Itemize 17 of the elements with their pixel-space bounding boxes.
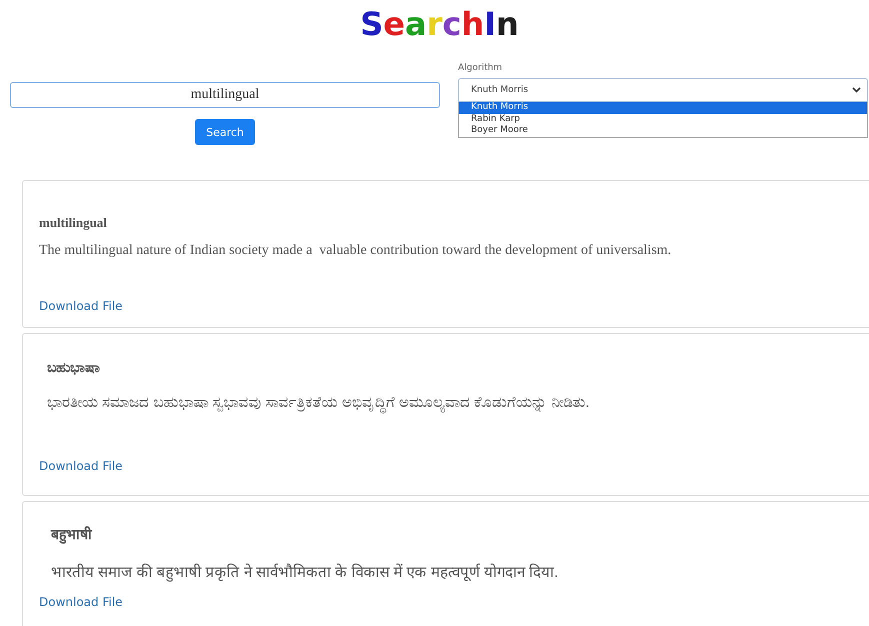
algorithm-label: Algorithm [458, 63, 502, 73]
result-text: भारतीय समाज की बहुभाषी प्रकृति ने सार्वभौमिकता के विकास में एक महत्वपूर्ण योगदान दिया. [51, 562, 560, 581]
chevron-down-icon [852, 87, 861, 93]
algorithm-dropdown[interactable]: Knuth Morris [458, 78, 868, 102]
result-title: multilingual [39, 215, 108, 231]
result-title: ಬಹುಭಾಷಾ [47, 359, 101, 376]
download-link[interactable]: Download File [39, 459, 123, 473]
dropdown-option[interactable]: Boyer Moore [459, 125, 867, 136]
logo: SearchIn [360, 4, 519, 45]
result-text: The multilingual nature of Indian society made a valuable contribution toward the development of universalism. [39, 243, 672, 259]
search-button[interactable]: Search [195, 119, 255, 145]
search-field[interactable]: multilingual [10, 82, 440, 108]
dropdown-option[interactable]: Knuth Morris [459, 102, 867, 114]
download-link[interactable]: Download File [39, 595, 123, 609]
dropdown-option[interactable]: Rabin Karp [459, 114, 867, 125]
result-title: बहुभाषी [51, 525, 94, 543]
download-link[interactable]: Download File [39, 299, 123, 313]
